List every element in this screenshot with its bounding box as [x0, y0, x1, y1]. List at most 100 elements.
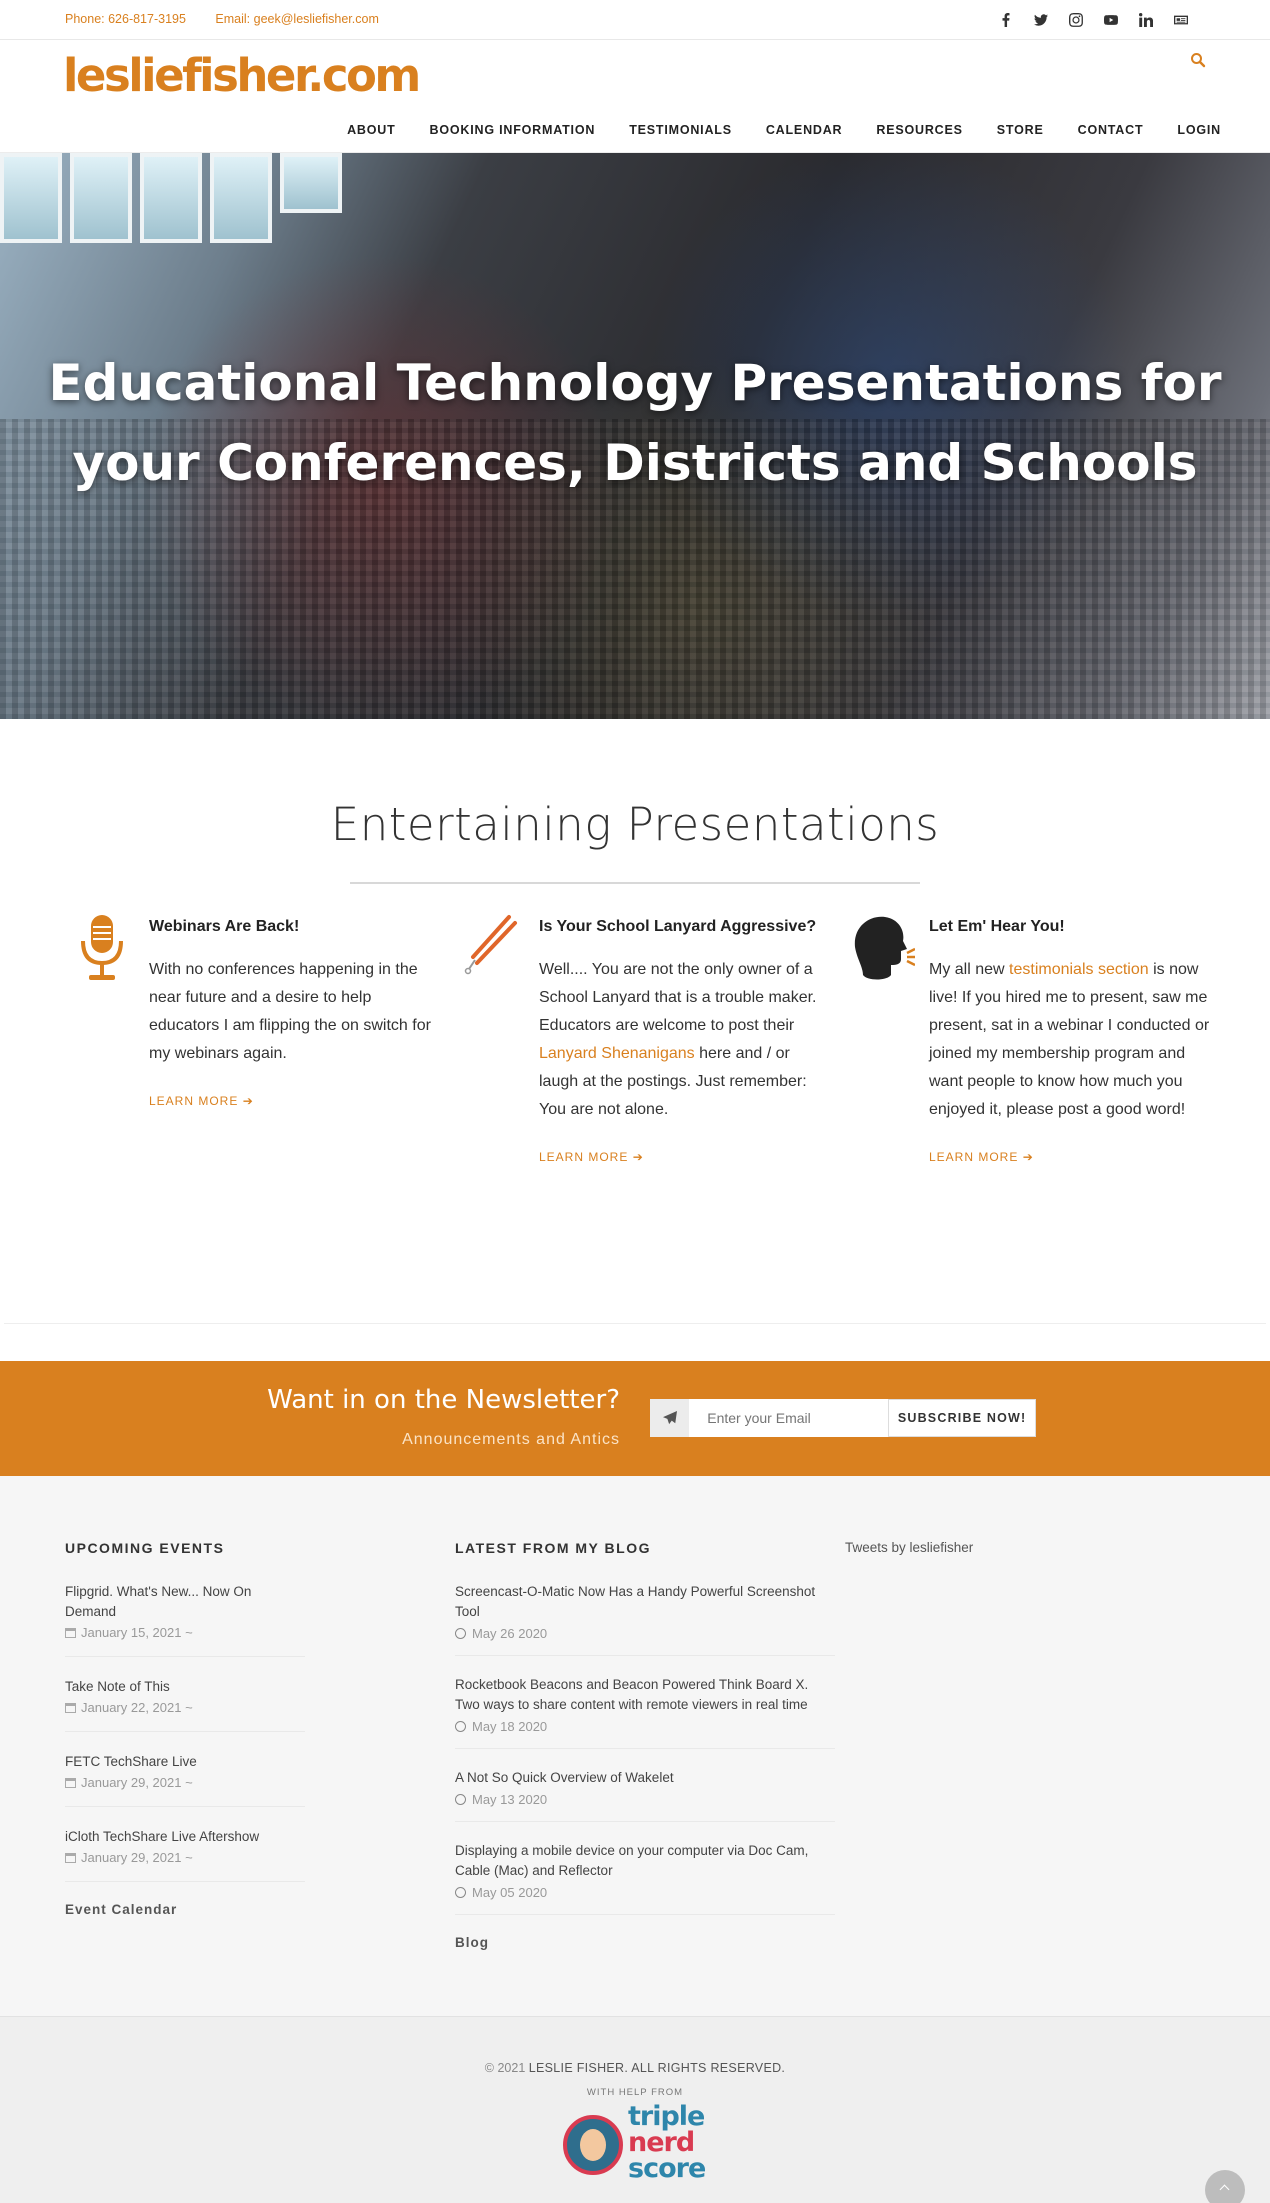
event-item[interactable]: FETC TechShare Live January 29, 2021 ~ [65, 1752, 305, 1807]
newsletter-subtitle: Announcements and Antics [402, 1431, 620, 1448]
youtube-icon[interactable] [1093, 10, 1128, 30]
learn-more-link[interactable]: LEARN MORE ➔ [929, 1150, 1034, 1164]
blog-post-title[interactable]: Rocketbook Beacons and Beacon Powered Th… [455, 1675, 835, 1715]
section-divider [350, 882, 920, 884]
arrow-right-icon: ➔ [632, 1150, 644, 1164]
email-input[interactable] [689, 1399, 889, 1437]
hero-window [280, 153, 342, 213]
hero-heading: Educational Technology Presentations for… [0, 343, 1270, 503]
event-calendar-link[interactable]: Event Calendar [65, 1902, 305, 1917]
nav-resources[interactable]: RESOURCES [876, 123, 962, 137]
contact-info: Phone: 626-817-3195 Email: geek@lesliefi… [65, 12, 405, 26]
blog-post-title[interactable]: Screencast-O-Matic Now Has a Handy Power… [455, 1582, 835, 1622]
event-title[interactable]: Flipgrid. What's New... Now On Demand [65, 1582, 305, 1622]
scroll-to-top-button[interactable] [1205, 2170, 1245, 2203]
paper-plane-icon [650, 1399, 690, 1437]
blog-post-title[interactable]: Displaying a mobile device on your compu… [455, 1841, 835, 1881]
clock-icon [455, 1794, 466, 1805]
nav-testimonials[interactable]: TESTIMONIALS [629, 123, 732, 137]
feature-webinars: Webinars Are Back! With no conferences h… [81, 910, 439, 1110]
main-nav: ABOUT BOOKING INFORMATION TESTIMONIALS C… [313, 123, 1221, 137]
learn-more-link[interactable]: LEARN MORE ➔ [539, 1150, 644, 1164]
event-title[interactable]: iCloth TechShare Live Aftershow [65, 1827, 305, 1847]
facebook-icon[interactable] [988, 10, 1023, 30]
instagram-icon[interactable] [1058, 10, 1093, 30]
nerd-face-icon [563, 2115, 623, 2175]
arrow-right-icon: ➔ [1022, 1150, 1034, 1164]
feature-title: Let Em' Hear You! [929, 918, 1065, 935]
hero-banner: Educational Technology Presentations for… [0, 153, 1270, 719]
feature-lanyard: Is Your School Lanyard Aggressive? Well.… [464, 910, 829, 1166]
section-title: Entertaining Presentations [330, 798, 940, 851]
calendar-icon [65, 1853, 76, 1863]
event-title[interactable]: Take Note of This [65, 1677, 305, 1697]
email-link[interactable]: Email: geek@lesliefisher.com [215, 12, 378, 26]
event-item[interactable]: iCloth TechShare Live Aftershow January … [65, 1827, 305, 1882]
triple-nerd-score-logo[interactable]: triple nerd score [562, 2103, 712, 2183]
blog-post-date: May 26 2020 [455, 1623, 835, 1645]
blog-post-date: May 18 2020 [455, 1716, 835, 1738]
microphone-icon [81, 915, 123, 980]
twitter-icon[interactable] [1023, 10, 1058, 30]
clock-icon [455, 1887, 466, 1898]
linkedin-icon[interactable] [1128, 10, 1163, 30]
help-from-label: WITH HELP FROM [586, 2087, 684, 2098]
speaking-head-icon [854, 916, 915, 980]
newsletter-title: Want in on the Newsletter? [267, 1385, 620, 1415]
event-date: January 15, 2021 ~ [65, 1622, 305, 1644]
blog-heading: LATEST FROM MY BLOG [455, 1540, 651, 1556]
hero-window [140, 153, 202, 243]
blog-post-date: May 05 2020 [455, 1882, 835, 1904]
hero-window [0, 153, 62, 243]
subscribe-button[interactable]: SUBSCRIBE NOW! [888, 1399, 1036, 1437]
learn-more-link[interactable]: LEARN MORE ➔ [149, 1094, 254, 1108]
calendar-icon [65, 1778, 76, 1788]
lanyard-shenanigans-link[interactable]: Lanyard Shenanigans [539, 1045, 695, 1062]
footer-widgets: UPCOMING EVENTS Flipgrid. What's New... … [0, 1476, 1270, 2016]
tweets-link[interactable]: Tweets by lesliefisher [845, 1540, 973, 1555]
events-heading: UPCOMING EVENTS [65, 1540, 225, 1556]
lanyard-icon [464, 915, 517, 975]
nav-about[interactable]: ABOUT [347, 123, 395, 137]
newsletter-icon[interactable] [1163, 10, 1198, 30]
calendar-icon [65, 1703, 76, 1713]
blog-post[interactable]: Screencast-O-Matic Now Has a Handy Power… [455, 1582, 835, 1656]
hero-line-2: your Conferences, Districts and Schools [72, 434, 1198, 492]
feature-text: Well.... You are not the only owner of a… [539, 961, 817, 1118]
site-logo[interactable]: lesliefisher.com [63, 49, 421, 102]
search-icon[interactable] [1190, 52, 1206, 68]
nav-login[interactable]: LOGIN [1177, 123, 1221, 137]
testimonials-section-link[interactable]: testimonials section [1009, 961, 1149, 978]
upcoming-events: UPCOMING EVENTS Flipgrid. What's New... … [65, 1540, 305, 1917]
event-date: January 29, 2021 ~ [65, 1772, 305, 1794]
top-bar: Phone: 626-817-3195 Email: geek@lesliefi… [0, 0, 1270, 40]
blog-post-date: May 13 2020 [455, 1789, 835, 1811]
event-date: January 22, 2021 ~ [65, 1697, 305, 1719]
event-title[interactable]: FETC TechShare Live [65, 1752, 305, 1772]
social-links [988, 10, 1198, 30]
hero-window [70, 153, 132, 243]
blog-post[interactable]: Rocketbook Beacons and Beacon Powered Th… [455, 1675, 835, 1749]
blog-post[interactable]: A Not So Quick Overview of Wakelet May 1… [455, 1768, 835, 1822]
event-date: January 29, 2021 ~ [65, 1847, 305, 1869]
nav-store[interactable]: STORE [997, 123, 1044, 137]
feature-text: With no conferences happening in the nea… [149, 961, 431, 1062]
latest-blog: LATEST FROM MY BLOG Screencast-O-Matic N… [455, 1540, 835, 1950]
site-header: lesliefisher.com ABOUT BOOKING INFORMATI… [0, 40, 1270, 153]
hero-line-1: Educational Technology Presentations for [48, 354, 1222, 412]
clock-icon [455, 1721, 466, 1732]
copyright-org-link[interactable]: LESLIE FISHER. ALL RIGHTS RESERVED. [529, 2061, 785, 2075]
blog-post[interactable]: Displaying a mobile device on your compu… [455, 1841, 835, 1915]
nav-booking-information[interactable]: BOOKING INFORMATION [430, 123, 596, 137]
feature-title: Is Your School Lanyard Aggressive? [539, 918, 817, 935]
event-item[interactable]: Take Note of This January 22, 2021 ~ [65, 1677, 305, 1732]
nav-calendar[interactable]: CALENDAR [766, 123, 843, 137]
feature-title: Webinars Are Back! [149, 918, 300, 935]
calendar-icon [65, 1628, 76, 1638]
blog-post-title[interactable]: A Not So Quick Overview of Wakelet [455, 1768, 835, 1788]
section-separator [4, 1323, 1266, 1324]
newsletter-banner: Want in on the Newsletter? Announcements… [0, 1361, 1270, 1476]
blog-link[interactable]: Blog [455, 1935, 835, 1950]
event-item[interactable]: Flipgrid. What's New... Now On Demand Ja… [65, 1582, 305, 1657]
nav-contact[interactable]: CONTACT [1078, 123, 1144, 137]
